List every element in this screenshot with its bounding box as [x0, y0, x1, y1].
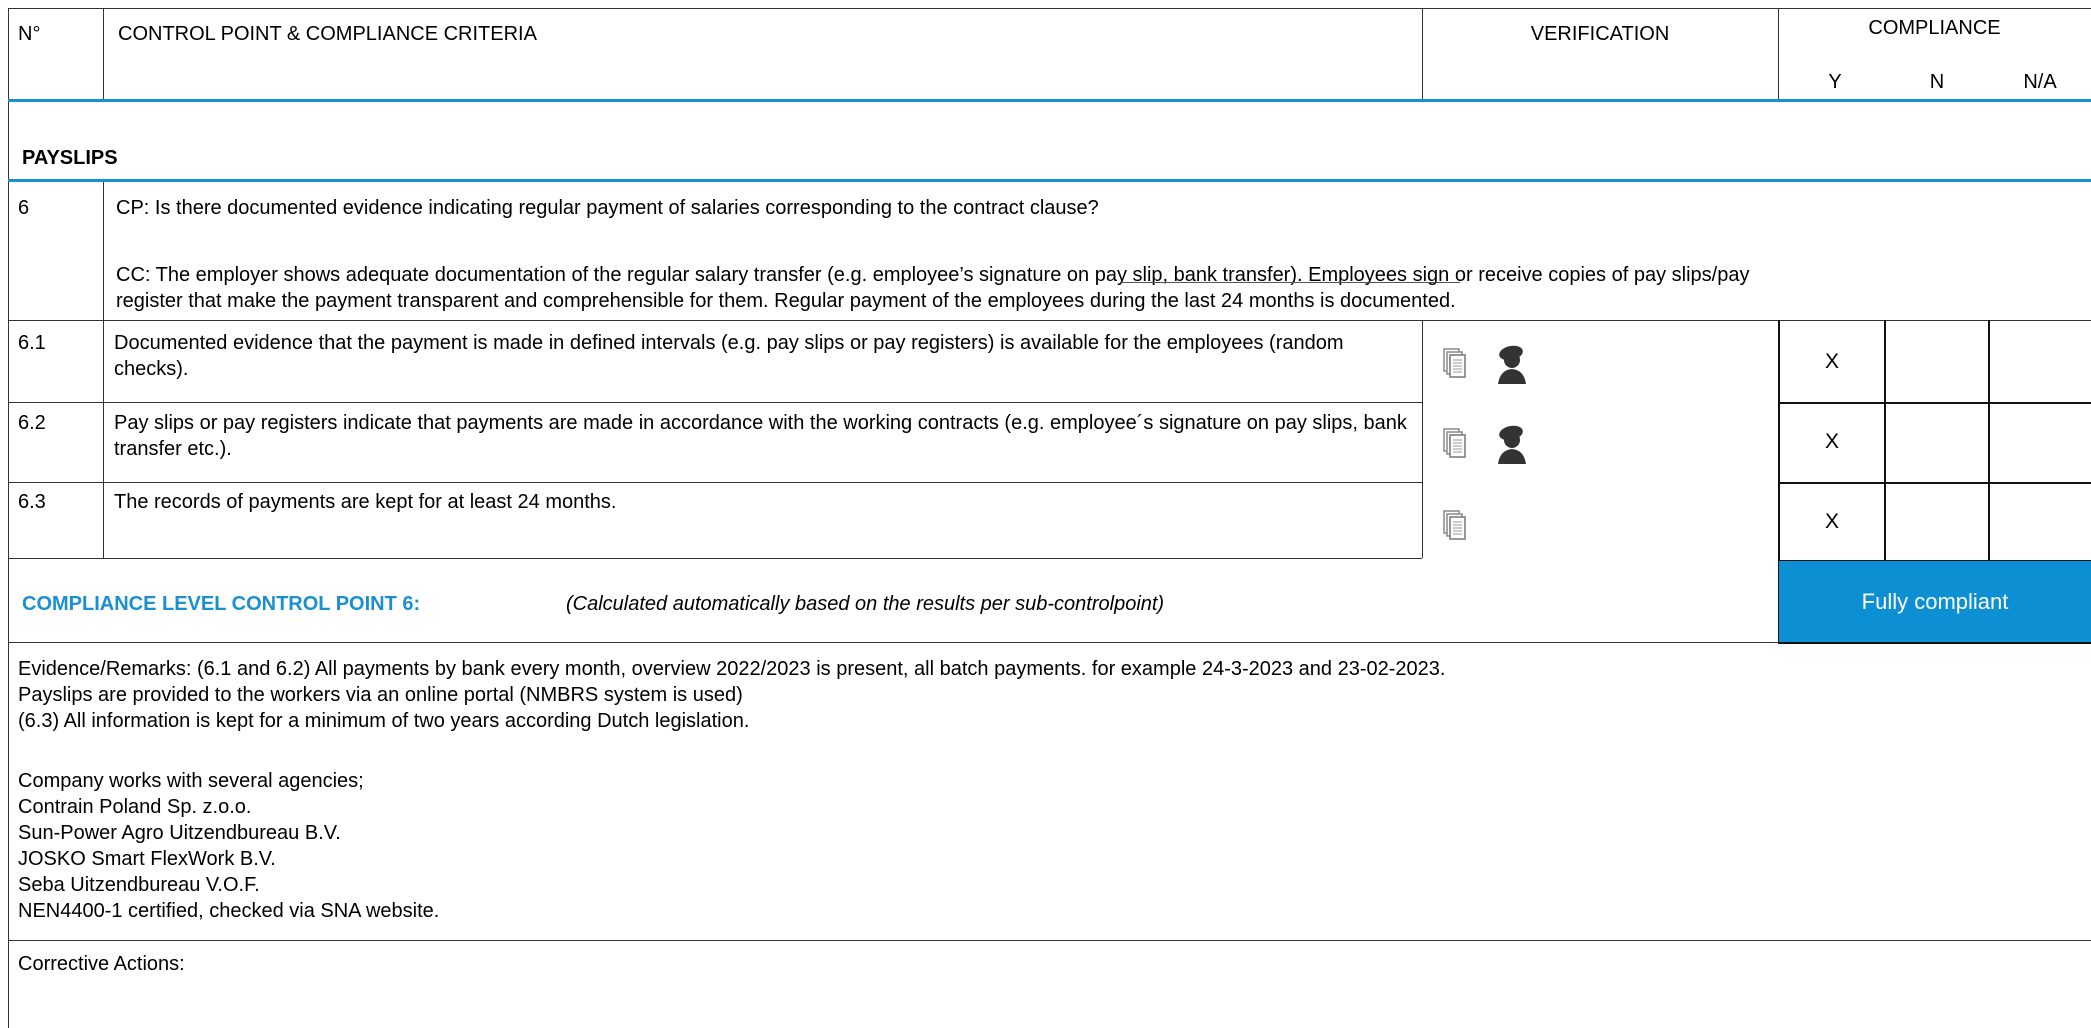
- corrective-actions-label: Corrective Actions:: [18, 953, 185, 975]
- sub-point-number: 6.2: [18, 412, 46, 434]
- compliance-result-badge: Fully compliant: [1779, 561, 2091, 642]
- cp-question: CP: Is there documented evidence indicat…: [116, 197, 1099, 219]
- evidence-line: Contrain Poland Sp. z.o.o.: [18, 796, 252, 818]
- cp-criteria-line1: CC: The employer shows adequate document…: [116, 264, 1750, 286]
- section-title: PAYSLIPS: [22, 147, 118, 169]
- evidence-line: JOSKO Smart FlexWork B.V.: [18, 848, 276, 870]
- header-no: N°: [18, 23, 41, 45]
- document-icon: [1443, 348, 1467, 384]
- sub-point-text: The records of payments are kept for at …: [114, 491, 617, 513]
- evidence-line: Payslips are provided to the workers via…: [18, 684, 743, 706]
- interview-person-icon: [1492, 344, 1532, 390]
- document-icon: [1443, 428, 1467, 464]
- compliance-level-label: COMPLIANCE LEVEL CONTROL POINT 6:: [22, 593, 421, 615]
- evidence-line: Seba Uitzendbureau V.O.F.: [18, 874, 260, 896]
- evidence-line: Sun-Power Agro Uitzendbureau B.V.: [18, 822, 341, 844]
- cp-number: 6: [18, 197, 30, 219]
- header-na: N/A: [2023, 71, 2057, 93]
- compliance-level-note: (Calculated automatically based on the r…: [566, 593, 1165, 615]
- header-verification: VERIFICATION: [1530, 23, 1670, 45]
- evidence-line: Evidence/Remarks: (6.1 and 6.2) All paym…: [18, 658, 1446, 680]
- sub-point-text: Documented evidence that the payment is …: [114, 332, 1344, 380]
- cp-criteria-line2: register that make the payment transpare…: [116, 290, 1456, 312]
- compliance-y-mark: X: [1824, 350, 1839, 373]
- evidence-line: Company works with several agencies;: [18, 770, 364, 792]
- header-control-point: CONTROL POINT & COMPLIANCE CRITERIA: [118, 23, 537, 45]
- compliance-y-mark: X: [1824, 430, 1839, 453]
- sub-point-text: Pay slips or pay registers indicate that…: [114, 412, 1407, 460]
- document-icon: [1443, 510, 1467, 546]
- header-n: N: [1929, 71, 1945, 93]
- underline-artifact: [1120, 282, 1460, 283]
- sub-point-number: 6.3: [18, 491, 46, 513]
- header-compliance: COMPLIANCE: [1868, 17, 2001, 39]
- evidence-line: NEN4400-1 certified, checked via SNA web…: [18, 900, 440, 922]
- sub-point-number: 6.1: [18, 332, 46, 354]
- compliance-y-mark: X: [1824, 510, 1839, 533]
- header-y: Y: [1828, 71, 1842, 93]
- evidence-line: (6.3) All information is kept for a mini…: [18, 710, 750, 732]
- interview-person-icon: [1492, 424, 1532, 470]
